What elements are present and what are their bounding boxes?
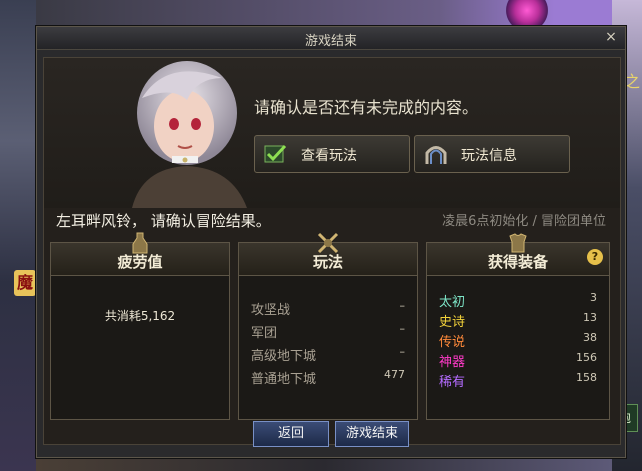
dialog-title: 游戏结束 — [304, 34, 357, 49]
play-row-label: 高级地下城 — [251, 349, 317, 364]
view-play-label: 查看玩法 — [301, 148, 357, 164]
fatigue-panel-header: 疲劳值 — [51, 232, 229, 276]
result-confirm-text: 左耳畔风铃， 请确认冒险结果。 — [56, 212, 271, 230]
equipment-count: 158 — [576, 371, 597, 384]
background-badge: 魔 — [14, 270, 36, 296]
equipment-title: 获得装备 — [487, 253, 548, 271]
equipment-row: 史诗 13 — [439, 311, 597, 331]
play-row-label: 攻坚战 — [251, 303, 291, 318]
play-panel: 玩法 攻坚战 – 军团 – 高级地下城 – 普通地下城 477 — [238, 232, 418, 420]
end-game-button[interactable]: 游戏结束 — [335, 421, 409, 447]
play-row: 军团 – — [251, 322, 405, 342]
play-panel-header: 玩法 — [239, 232, 417, 276]
reset-note: 凌晨6点初始化 / 冒险团单位 — [442, 214, 606, 229]
play-row-value: – — [399, 299, 406, 312]
equipment-count: 38 — [583, 331, 597, 344]
fatigue-title: 疲劳值 — [117, 253, 163, 271]
game-end-dialog: 游戏结束 × 请确认是否还有未完成的内容。 查看玩法 玩法信息 左耳畔风铃， 请… — [36, 26, 626, 458]
checkmark-icon — [264, 144, 287, 163]
portal-arch-icon — [425, 146, 447, 164]
background-left — [0, 0, 36, 471]
play-row-label: 普通地下城 — [251, 372, 317, 387]
equipment-count: 3 — [590, 291, 597, 304]
confirm-message: 请确认是否还有未完成的内容。 — [254, 98, 479, 117]
equipment-grade-label: 史诗 — [439, 315, 466, 330]
equipment-grade-label: 传说 — [439, 335, 466, 350]
back-button[interactable]: 返回 — [253, 421, 329, 447]
close-icon[interactable]: × — [603, 29, 619, 45]
header-area: 请确认是否还有未完成的内容。 查看玩法 玩法信息 — [44, 58, 620, 208]
character-portrait — [132, 61, 247, 208]
equipment-panel: 获得装备 ? 太初 3 史诗 13 传说 38 神器 156 稀有 158 — [426, 233, 610, 420]
equipment-row: 太初 3 — [439, 291, 597, 311]
play-title: 玩法 — [312, 253, 343, 271]
equipment-row: 神器 156 — [439, 351, 597, 371]
equipment-count: 13 — [583, 311, 597, 324]
play-row-label: 军团 — [251, 326, 278, 341]
equipment-row: 传说 38 — [439, 331, 597, 351]
help-icon[interactable]: ? — [587, 249, 603, 265]
play-row: 普通地下城 477 — [251, 368, 405, 388]
magic-orb-icon — [502, 0, 552, 26]
equipment-grade-label: 太初 — [439, 295, 466, 310]
play-row-value: – — [399, 322, 406, 335]
play-info-label: 玩法信息 — [461, 148, 517, 164]
fatigue-consumed: 共消耗5,162 — [104, 309, 176, 323]
equipment-grade-label: 稀有 — [439, 375, 466, 390]
play-row-value: 477 — [384, 368, 405, 381]
view-play-button[interactable]: 查看玩法 — [254, 135, 410, 173]
equipment-row: 稀有 158 — [439, 371, 597, 391]
dialog-titlebar[interactable]: 游戏结束 × — [37, 27, 625, 50]
dialog-content: 请确认是否还有未完成的内容。 查看玩法 玩法信息 左耳畔风铃， 请确认冒险结果。… — [43, 57, 621, 445]
equipment-grade-label: 神器 — [439, 355, 466, 370]
equipment-count: 156 — [576, 351, 597, 364]
play-row: 攻坚战 – — [251, 299, 405, 319]
play-info-button[interactable]: 玩法信息 — [414, 135, 570, 173]
fatigue-panel: 疲劳值 共消耗5,162 — [50, 232, 230, 420]
equipment-panel-header: 获得装备 ? — [427, 233, 609, 276]
play-row: 高级地下城 – — [251, 345, 405, 365]
play-row-value: – — [399, 345, 406, 358]
